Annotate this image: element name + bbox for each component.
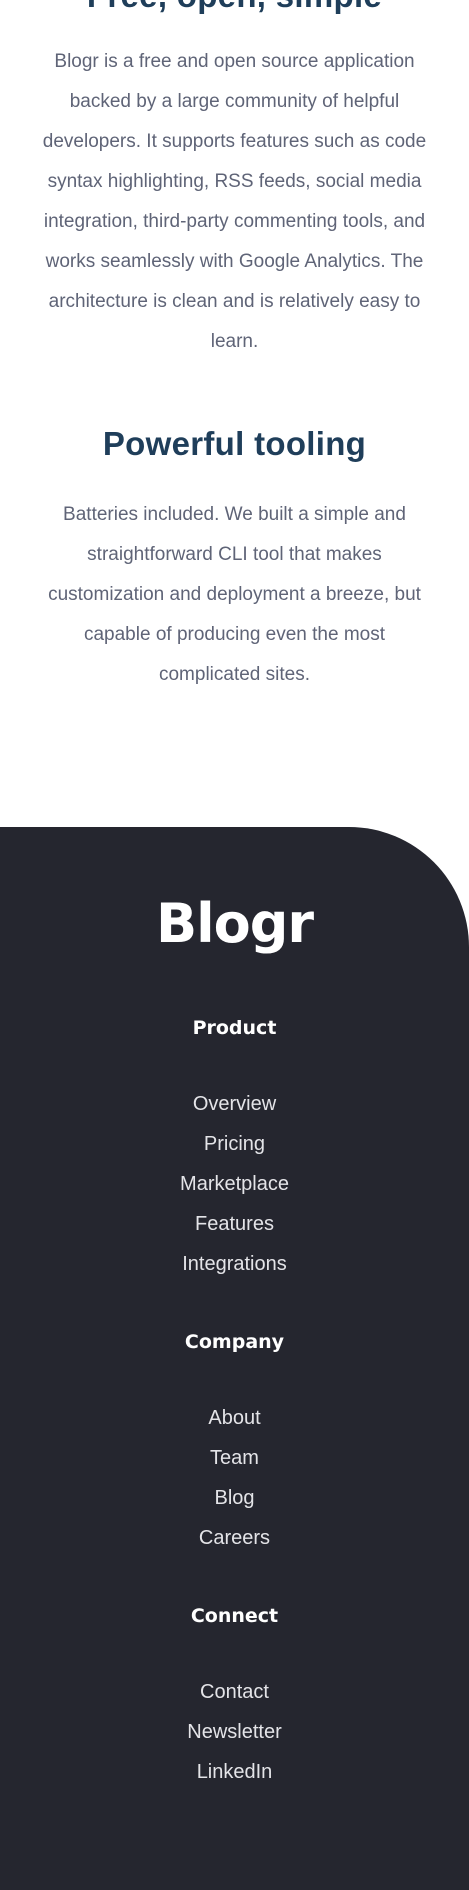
footer-column-connect: Connect Contact Newsletter LinkedIn [0, 1602, 469, 1792]
footer-heading-company: Company [184, 1331, 285, 1353]
site-footer: Blogr Product Overview Pricing Marketpla… [0, 827, 469, 1890]
free-open-simple-title: Free, open, simple [0, 0, 469, 16]
footer-link-features[interactable]: Features [0, 1204, 469, 1244]
footer-link-marketplace[interactable]: Marketplace [0, 1164, 469, 1204]
page: Free, open, simple Blogr is a free and o… [0, 0, 469, 1890]
footer-column-product: Product Overview Pricing Marketplace Fea… [0, 1014, 469, 1284]
footer-link-pricing[interactable]: Pricing [0, 1124, 469, 1164]
footer-link-overview[interactable]: Overview [0, 1084, 469, 1124]
footer-link-about[interactable]: About [0, 1398, 469, 1438]
footer-link-linkedin[interactable]: LinkedIn [0, 1752, 469, 1792]
powerful-tooling-text: Batteries included. We built a simple an… [48, 504, 421, 685]
footer-logo[interactable]: Blogr [0, 894, 469, 954]
footer-link-contact[interactable]: Contact [0, 1672, 469, 1712]
footer-column-company: Company About Team Blog Careers [0, 1328, 469, 1558]
footer-link-newsletter[interactable]: Newsletter [0, 1712, 469, 1752]
footer-link-careers[interactable]: Careers [0, 1518, 469, 1558]
footer-link-team[interactable]: Team [0, 1438, 469, 1478]
footer-link-blog[interactable]: Blog [0, 1478, 469, 1518]
footer-heading-connect: Connect [190, 1605, 279, 1627]
free-open-simple-text: Blogr is a free and open source applicat… [42, 51, 427, 352]
powerful-tooling-title: Powerful tooling [102, 425, 367, 462]
footer-heading-product: Product [192, 1017, 277, 1039]
footer-link-integrations[interactable]: Integrations [0, 1244, 469, 1284]
